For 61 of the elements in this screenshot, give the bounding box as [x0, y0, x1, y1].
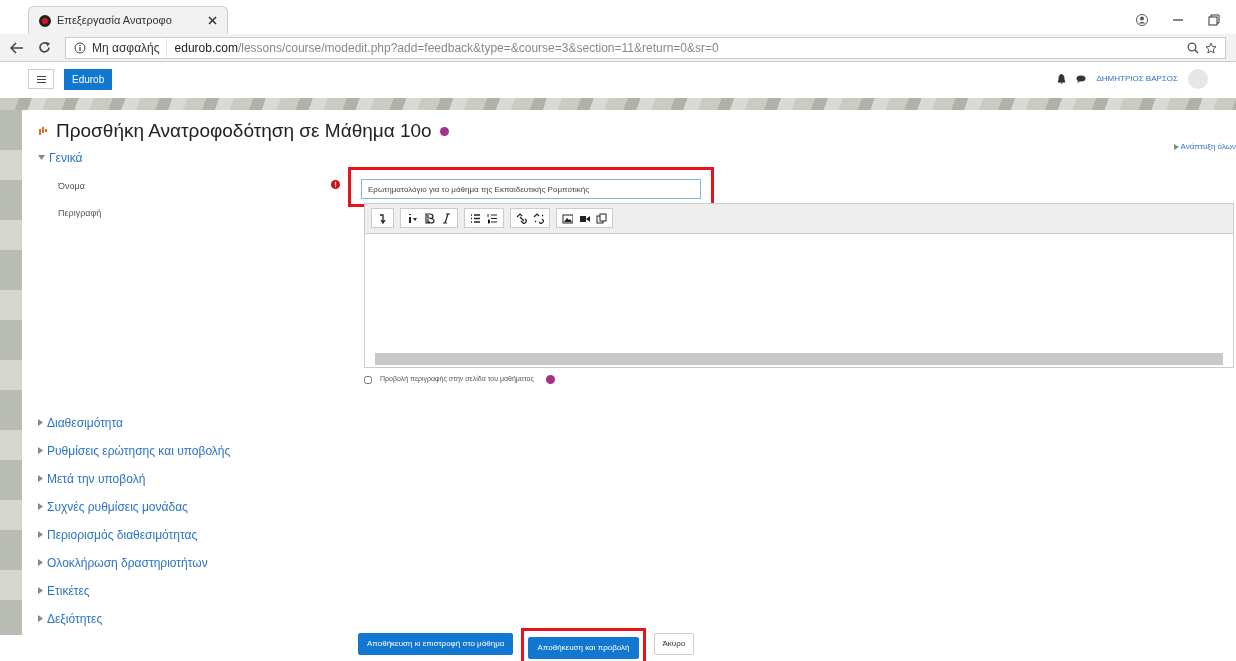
chat-icon[interactable]	[1076, 75, 1087, 83]
section-toggle[interactable]: Ολοκλήρωση δραστηριοτήτων	[38, 548, 1236, 577]
bullet-list-icon[interactable]	[470, 212, 481, 224]
help-icon[interactable]	[545, 375, 555, 385]
image-icon[interactable]	[562, 212, 573, 224]
restore-icon[interactable]	[1208, 14, 1220, 26]
section-toggle[interactable]: Περιορισμός διαθεσιμότητας	[38, 520, 1236, 549]
info-icon	[74, 41, 86, 54]
url-text: edurob.com/lessons/course/modedit.php?add=feedback&type=&course=3&section=11&return=0&sr=0	[165, 38, 719, 57]
feedback-icon	[38, 125, 48, 138]
address-bar[interactable]: Μη ασφαλής edurob.com/lessons/course/modedit.php?add=feedback&type=&course=3&section=11&return=0&sr=0	[65, 36, 1226, 59]
section-toggle[interactable]: Ρυθμίσεις ερώτησης και υποβολής	[38, 436, 1236, 465]
caret-icon	[38, 531, 43, 539]
form-button[interactable]: Αποθήκευση και προβολή	[528, 636, 639, 659]
bold-icon[interactable]	[424, 212, 435, 224]
zoom-icon[interactable]	[1187, 41, 1199, 54]
user-name-link[interactable]: ΔΗΜΗΤΡΙΟΣ ΒΑΡΣΟΣ	[1096, 73, 1178, 85]
section-toggle[interactable]: Μετά την υποβολή	[38, 464, 1236, 493]
expand-toolbar-icon[interactable]	[377, 212, 388, 224]
section-toggle[interactable]: Διαθεσιμότητα	[38, 408, 1236, 437]
back-icon[interactable]	[10, 41, 24, 54]
profile-icon[interactable]	[1136, 14, 1148, 26]
caret-icon	[38, 559, 43, 567]
help-icon[interactable]	[439, 126, 449, 136]
section-toggle[interactable]: Συχνές ρυθμίσεις μονάδας	[38, 492, 1236, 521]
caret-icon	[38, 615, 43, 623]
form-button[interactable]: Αποθήκευση κι επιστροφή στο μάθημα	[358, 632, 514, 655]
star-icon[interactable]	[1205, 41, 1217, 54]
menu-icon	[36, 75, 46, 83]
paragraph-style-icon[interactable]	[406, 212, 418, 224]
field-label: Όνομα	[58, 180, 86, 194]
bell-icon[interactable]	[1057, 74, 1067, 84]
section-toggle[interactable]: Δεξιότητες	[38, 604, 1236, 633]
reload-icon[interactable]	[38, 41, 51, 54]
numbered-list-icon[interactable]	[487, 212, 498, 224]
caret-icon	[38, 503, 43, 511]
caret-icon	[38, 155, 45, 161]
section-toggle[interactable]: Ετικέτες	[38, 576, 1236, 605]
horizontal-scrollbar[interactable]	[375, 353, 1223, 366]
site-brand-button[interactable]: Edurob	[64, 68, 113, 90]
copy-icon[interactable]	[596, 212, 607, 224]
caret-icon	[38, 475, 43, 483]
page-title: Προσθήκη Ανατροφοδότηση σε Μάθημα 10ο	[56, 120, 432, 143]
browser-tab[interactable]: Επεξεργασία Ανατροφο	[28, 6, 228, 34]
caret-icon	[38, 419, 43, 427]
unlink-icon[interactable]	[533, 212, 544, 224]
name-input[interactable]: Ερωτηματολόγιο για το μάθημα της Εκπαιδευτικής Ρομποτικής	[361, 179, 701, 200]
caret-icon	[1173, 143, 1179, 150]
caret-icon	[38, 587, 43, 595]
close-icon[interactable]	[208, 16, 217, 25]
field-label: Περιγραφή	[58, 207, 103, 221]
expand-all-link[interactable]: Ανάπτυξη όλων	[1173, 140, 1236, 153]
menu-button[interactable]	[28, 69, 54, 89]
italic-icon[interactable]	[441, 212, 452, 224]
caret-icon	[38, 447, 43, 455]
tab-title: Επεξεργασία Ανατροφο	[57, 13, 173, 29]
favicon-icon	[39, 14, 51, 27]
link-icon[interactable]	[516, 212, 527, 224]
form-button[interactable]: Άκυρο	[653, 632, 695, 655]
security-label: Μη ασφαλής	[92, 39, 160, 57]
checkbox[interactable]	[364, 375, 372, 384]
